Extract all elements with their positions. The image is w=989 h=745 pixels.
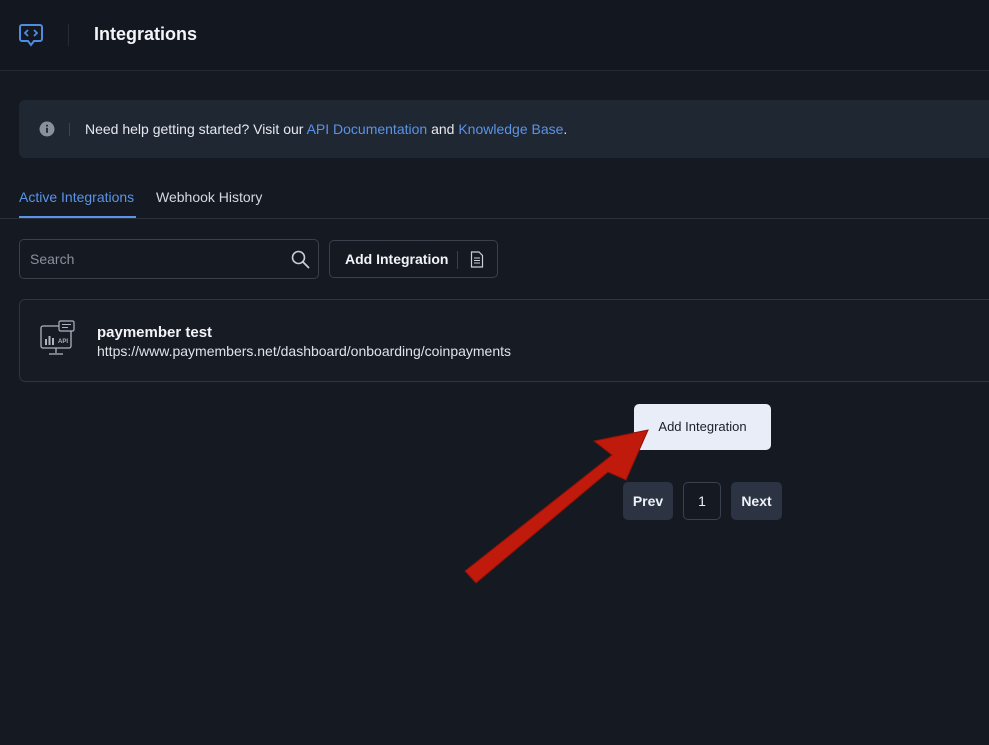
api-monitor-icon: API	[40, 320, 75, 355]
next-page-button[interactable]: Next	[731, 482, 782, 520]
add-integration-toolbar-button[interactable]: Add Integration	[329, 240, 498, 278]
banner-divider	[69, 123, 70, 136]
add-integration-button[interactable]: Add Integration	[634, 404, 771, 450]
toolbar-button-divider	[457, 251, 458, 269]
integration-name: paymember test	[97, 324, 213, 341]
active-tab-indicator	[19, 216, 136, 218]
tab-webhook-history[interactable]: Webhook History	[156, 189, 262, 205]
document-icon[interactable]	[470, 251, 484, 268]
info-icon	[39, 121, 55, 137]
info-banner: Need help getting started? Visit our API…	[19, 100, 989, 158]
integration-card[interactable]: API paymember test https://www.paymember…	[19, 299, 989, 382]
search-box	[19, 239, 319, 279]
add-integration-toolbar-label: Add Integration	[345, 251, 449, 267]
banner-text: Need help getting started? Visit our API…	[85, 121, 567, 137]
tab-active-integrations[interactable]: Active Integrations	[19, 189, 134, 205]
annotation-arrow-shape	[464, 429, 649, 584]
banner-text-after: .	[563, 121, 568, 137]
search-icon[interactable]	[291, 250, 310, 269]
prev-page-button[interactable]: Prev	[623, 482, 673, 520]
tabs-divider	[0, 218, 989, 219]
integration-url: https://www.paymembers.net/dashboard/onb…	[97, 343, 512, 359]
page-number-button[interactable]: 1	[683, 482, 721, 520]
search-input[interactable]	[30, 249, 280, 269]
banner-text-and: and	[427, 121, 459, 137]
banner-text-before: Need help getting started? Visit our	[85, 121, 307, 137]
chat-code-icon[interactable]	[18, 22, 44, 48]
add-integration-button-label: Add Integration	[658, 419, 747, 434]
header-divider	[68, 24, 69, 46]
api-documentation-link[interactable]: API Documentation	[307, 121, 428, 137]
top-bar: Integrations	[0, 0, 989, 71]
page-title: Integrations	[94, 24, 198, 44]
svg-text:API: API	[58, 339, 68, 345]
knowledge-base-link[interactable]: Knowledge Base	[458, 121, 563, 137]
